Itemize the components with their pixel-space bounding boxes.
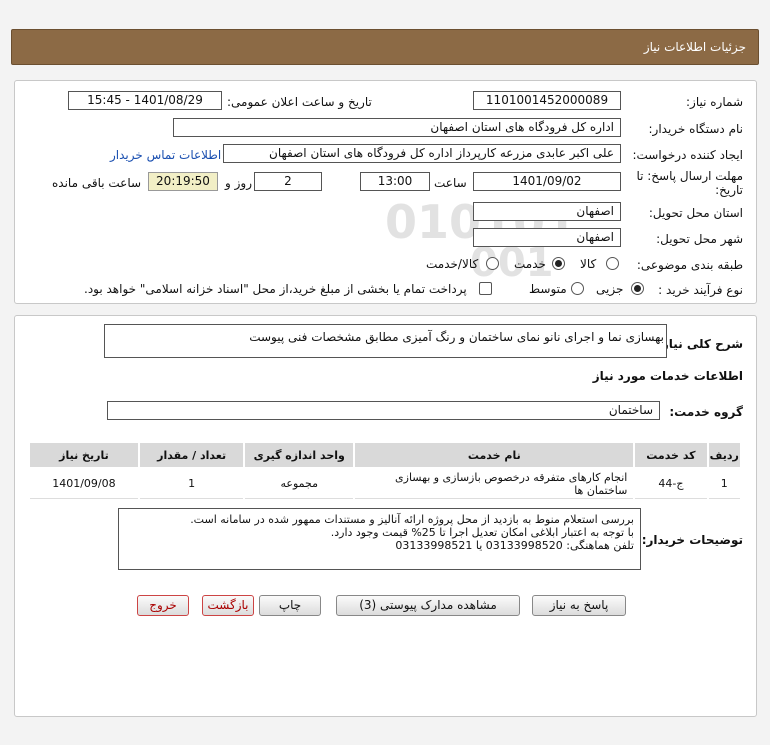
need-number-label: شماره نیاز: <box>686 95 743 109</box>
deadline-date-label: تاریخ: <box>715 183 743 197</box>
cell-date: 1401/09/08 <box>30 469 138 499</box>
buyer-notes-line-3: تلفن هماهنگی: 03133998520 یا 03133998521 <box>395 539 634 552</box>
buyer-org-field: اداره کل فرودگاه های استان اصفهان <box>173 118 621 137</box>
col-name: نام خدمت <box>355 443 634 467</box>
reply-button[interactable]: پاسخ به نیاز <box>532 595 626 616</box>
col-index: ردیف <box>708 443 740 467</box>
category-goods-service-radio[interactable] <box>486 257 499 270</box>
requester-field: علی اکبر عابدی مزرعه کارپرداز اداره کل ف… <box>223 144 621 163</box>
cell-qty: 1 <box>139 469 244 499</box>
summary-label: شرح کلی نیاز: <box>657 337 743 351</box>
remaining-time-field: 20:19:50 <box>148 172 218 191</box>
category-label: طبقه بندی موضوعی: <box>636 258 743 272</box>
services-table: ردیف کد خدمت نام خدمت واحد اندازه گیری ت… <box>28 441 742 501</box>
header-bar: جزئیات اطلاعات نیاز <box>11 29 759 65</box>
process-medium-radio[interactable] <box>571 282 584 295</box>
buyer-notes-line-2: با توجه به اعتبار ابلاغی امکان تعدیل اجر… <box>330 526 634 539</box>
cell-index: 1 <box>708 469 740 499</box>
cell-unit: مجموعه <box>245 469 354 499</box>
payment-note: پرداخت تمام یا بخشی از مبلغ خرید،از محل … <box>84 282 467 296</box>
page-title: جزئیات اطلاعات نیاز <box>643 40 746 54</box>
print-button[interactable]: چاپ <box>259 595 321 616</box>
buyer-notes-line-1: بررسی استعلام منوط به بازدید از محل پروژ… <box>190 513 634 526</box>
buyer-org-label: نام دستگاه خریدار: <box>648 122 744 136</box>
need-number-field: 1101001452000089 <box>473 91 621 110</box>
deadline-date-field: 1401/09/02 <box>473 172 621 191</box>
province-field: اصفهان <box>473 202 621 221</box>
cell-name: انجام کارهای متفرقه درخصوص بازسازی و بهس… <box>355 469 634 499</box>
services-section-title: اطلاعات خدمات مورد نیاز <box>592 369 743 383</box>
deadline-time-label: ساعت <box>434 176 467 190</box>
process-minor-label: جزیی <box>596 282 624 296</box>
col-qty: تعداد / مقدار <box>139 443 244 467</box>
requester-label: ایجاد کننده درخواست: <box>632 148 743 162</box>
col-unit: واحد اندازه گیری <box>245 443 354 467</box>
city-field: اصفهان <box>473 228 621 247</box>
category-goods-radio[interactable] <box>606 257 619 270</box>
days-remaining-field: 2 <box>254 172 322 191</box>
treasury-payment-checkbox[interactable] <box>479 282 492 295</box>
announce-label: تاریخ و ساعت اعلان عمومی: <box>227 95 372 109</box>
table-header-row: ردیف کد خدمت نام خدمت واحد اندازه گیری ت… <box>30 443 740 467</box>
exit-button[interactable]: خروج <box>137 595 189 616</box>
deadline-time-field: 13:00 <box>360 172 430 191</box>
announce-field: 1401/08/29 - 15:45 <box>68 91 222 110</box>
category-service-label: خدمت <box>514 257 546 271</box>
service-group-label: گروه خدمت: <box>669 405 743 419</box>
summary-text: بهسازی نما و اجرای نانو نمای ساختمان و ر… <box>249 330 664 344</box>
process-label: نوع فرآیند خرید : <box>658 283 743 297</box>
remaining-time-label: ساعت باقی مانده <box>52 176 142 190</box>
days-label: روز و <box>225 176 252 190</box>
process-minor-radio[interactable] <box>631 282 644 295</box>
province-label: استان محل تحویل: <box>648 206 743 220</box>
category-goods-label: کالا <box>580 257 597 271</box>
cell-code: ج-44 <box>635 469 707 499</box>
contact-info-link[interactable]: اطلاعات تماس خریدار <box>110 148 221 162</box>
back-button[interactable]: بازگشت <box>202 595 254 616</box>
category-service-radio[interactable] <box>552 257 565 270</box>
category-goods-service-label: کالا/خدمت <box>426 257 479 271</box>
process-medium-label: متوسط <box>529 282 567 296</box>
buyer-notes-label: توضیحات خریدار: <box>641 533 743 547</box>
service-group-field: ساختمان <box>107 401 660 420</box>
attachments-button[interactable]: مشاهده مدارک پیوستی (3) <box>336 595 520 616</box>
city-label: شهر محل تحویل: <box>656 232 743 246</box>
col-code: کد خدمت <box>635 443 707 467</box>
deadline-label: مهلت ارسال پاسخ: تا <box>636 169 743 183</box>
table-row: 1 ج-44 انجام کارهای متفرقه درخصوص بازساز… <box>30 469 740 499</box>
col-date: تاریخ نیاز <box>30 443 138 467</box>
buyer-notes-box: بررسی استعلام منوط به بازدید از محل پروژ… <box>118 508 641 570</box>
